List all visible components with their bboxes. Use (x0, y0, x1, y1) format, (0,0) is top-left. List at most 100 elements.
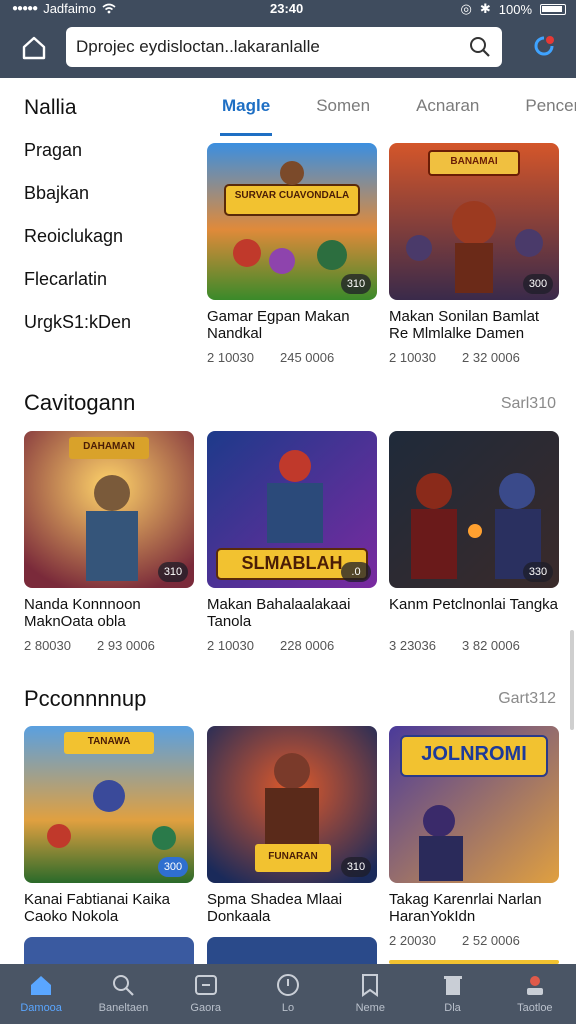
gamepad-icon (194, 975, 217, 995)
game-stats: 2 10030 2 32 0006 (389, 350, 559, 365)
nav-label: Baneltaen (98, 1002, 149, 1014)
game-views: 3 23036 (389, 638, 436, 653)
game-banner-text: DAHAMAN (83, 441, 135, 452)
game-thumbnail[interactable]: TANAWA 300 (24, 726, 194, 883)
game-title[interactable]: Makan Sonilan Bamlat Re Mlmlalke Damen (389, 308, 559, 344)
game-thumbnail[interactable]: BANAMAI 300 (389, 143, 559, 300)
game-card[interactable]: JOLNROMI Takag Karenrlai Narlan HaranYok… (389, 726, 559, 948)
nav-item-home[interactable]: Damooa (0, 964, 82, 1024)
game-title[interactable]: Spma Shadea Mlaai Donkaala (207, 891, 377, 927)
game-title[interactable]: Takag Karenrlai Narlan HaranYokIdn (389, 891, 559, 927)
profile-icon (526, 976, 543, 995)
game-plays: 2 52 0006 (462, 933, 520, 948)
rating-badge: .0 (341, 562, 371, 582)
game-card[interactable]: SURVAR CUAVONDALA 310 Gamar Egpan Makan … (207, 143, 377, 365)
left-menu-item[interactable]: Pragan (24, 140, 194, 167)
bottom-nav: Damooa Baneltaen Gaora Lo Neme Dla Taotl… (0, 964, 576, 1024)
category-tabs: Magle Somen Acnaran Pencen (219, 96, 576, 136)
nav-item-clock[interactable]: Lo (247, 964, 329, 1024)
game-thumbnail[interactable]: JOLNROMI (389, 726, 559, 883)
game-thumbnail[interactable]: 330 (389, 431, 559, 588)
game-thumbnail[interactable]: DAHAMAN 310 (24, 431, 194, 588)
wifi-icon (102, 3, 116, 14)
game-banner-text: FUNARAN (268, 851, 318, 862)
nav-label: Taotloe (517, 1002, 553, 1014)
game-plays: 2 32 0006 (462, 350, 520, 365)
left-menu-item[interactable]: Reoiclukagn (24, 226, 194, 253)
game-stats: 3 23036 3 82 0006 (389, 638, 559, 653)
home-button[interactable] (18, 32, 50, 64)
left-menu-item[interactable]: Flecarlatin (24, 269, 194, 296)
game-title[interactable]: Kanm Petclnonlai Tangka (389, 596, 559, 632)
nav-item-profile[interactable]: Taotloe (494, 964, 576, 1024)
section-see-all-link[interactable]: Sarl310 (501, 395, 556, 413)
left-menu-title: Nallia (24, 96, 77, 119)
game-views: 2 10030 (389, 350, 436, 365)
game-plays: 2 93 0006 (97, 638, 155, 653)
search-bar[interactable] (66, 27, 502, 67)
nav-label: Damooa (20, 1002, 62, 1014)
search-input[interactable] (76, 37, 456, 57)
game-card[interactable]: BANAMAI 300 Makan Sonilan Bamlat Re Mlml… (389, 143, 559, 365)
nav-item-games[interactable]: Gaora (165, 964, 247, 1024)
left-menu-item[interactable]: Bbajkan (24, 183, 194, 210)
signal-dots-icon: ●●●●● (12, 3, 38, 14)
search-icon[interactable] (468, 35, 492, 59)
game-card[interactable]: 330 Kanm Petclnonlai Tangka 3 23036 3 82… (389, 431, 559, 653)
home-icon (22, 36, 46, 60)
tab-acnaran[interactable]: Acnaran (416, 96, 479, 136)
carrier-name: Jadfaimo (43, 1, 96, 16)
section-title: Cavitogann (24, 390, 136, 415)
rating-badge: 310 (341, 857, 371, 877)
notification-button[interactable] (530, 32, 558, 60)
game-card[interactable]: FUNARAN 310 Spma Shadea Mlaai Donkaala (207, 726, 377, 927)
nav-label: Dla (444, 1002, 461, 1014)
game-banner-text: TANAWA (87, 736, 131, 747)
game-banner-text: JOLNROMI (421, 743, 527, 765)
left-menu-item[interactable]: UrgkS1:kDen (24, 312, 194, 339)
section-see-all-link[interactable]: Gart312 (498, 690, 556, 708)
nav-item-saved[interactable]: Neme (329, 964, 411, 1024)
scrollbar[interactable] (570, 630, 574, 730)
game-plays: 3 82 0006 (462, 638, 520, 653)
game-thumbnail[interactable]: SLMABLAH .0 (207, 431, 377, 588)
game-views: 2 10030 (207, 638, 254, 653)
tab-somen[interactable]: Somen (316, 96, 370, 136)
home-icon (31, 976, 52, 995)
game-plays: 228 0006 (280, 638, 335, 653)
game-card[interactable]: SLMABLAH .0 Makan Bahalaalakaai Tanola 2… (207, 431, 377, 653)
nav-label: Lo (281, 1002, 295, 1014)
status-left: ●●●●● Jadfaimo (12, 1, 116, 16)
rating-badge: 310 (341, 274, 371, 294)
nav-item-trash[interactable]: Dla (411, 964, 493, 1024)
game-title[interactable]: Gamar Egpan Makan Nandkal (207, 308, 377, 344)
clock-icon (276, 974, 299, 996)
game-thumbnail[interactable]: FUNARAN 310 (207, 726, 377, 883)
battery-icon (540, 3, 566, 15)
section-title: Pcconnnnup (24, 686, 147, 711)
status-time: 23:40 (270, 1, 304, 16)
game-card[interactable]: DAHAMAN 310 Nanda Konnnoon MaknOata obla… (24, 431, 194, 653)
game-title[interactable]: Kanai Fabtianai Kaika Caoko Nokola (24, 891, 194, 927)
tab-magle[interactable]: Magle (219, 96, 273, 136)
game-views: 2 10030 (207, 350, 254, 365)
game-thumbnail[interactable]: SURVAR CUAVONDALA 310 (207, 143, 377, 300)
rating-badge: 300 (523, 274, 553, 294)
game-title[interactable]: Makan Bahalaalakaai Tanola (207, 596, 377, 632)
game-stats: 2 80030 2 93 0006 (24, 638, 194, 653)
game-title[interactable]: Nanda Konnnoon MaknOata obla (24, 596, 194, 632)
game-card[interactable]: TANAWA 300 Kanai Fabtianai Kaika Caoko N… (24, 726, 194, 927)
alarm-icon: ◎ (460, 1, 472, 16)
search-icon (113, 975, 135, 996)
game-thumbnail-partial[interactable] (207, 937, 377, 964)
game-thumbnail-partial[interactable] (24, 937, 194, 964)
game-views: 2 20030 (389, 933, 436, 948)
game-stats: 2 10030 228 0006 (207, 638, 377, 653)
trash-icon (443, 976, 462, 995)
tab-pencen[interactable]: Pencen (525, 96, 576, 136)
bluetooth-icon: ✱ (479, 1, 491, 16)
status-right: ◎ ✱ 100% (460, 1, 566, 17)
nav-item-search[interactable]: Baneltaen (82, 964, 164, 1024)
refresh-notification-icon (534, 36, 554, 56)
nav-label: Gaora (190, 1002, 221, 1014)
